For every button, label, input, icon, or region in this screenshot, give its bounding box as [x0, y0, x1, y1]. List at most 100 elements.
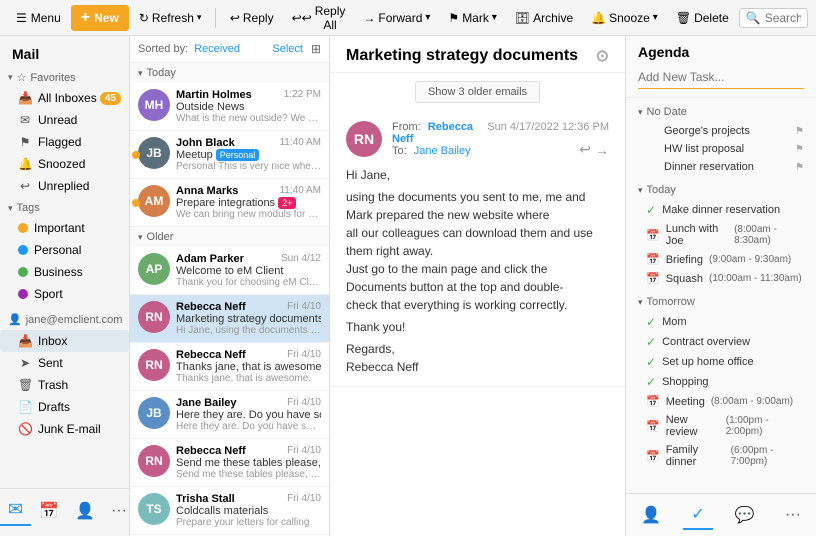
- agenda-item-text: Contract overview: [662, 336, 750, 348]
- mark-button[interactable]: ⚑ Mark ▾: [440, 8, 504, 28]
- email-list-item[interactable]: RN Rebecca Neff Fri 4/10 Thanks jane, th…: [130, 343, 329, 391]
- agenda-item[interactable]: ✓ Set up home office: [626, 352, 816, 372]
- agenda-item[interactable]: ✓ Make dinner reservation: [626, 200, 816, 220]
- agenda-item[interactable]: Dinner reservation ⚑: [626, 158, 816, 176]
- agenda-item[interactable]: George's projects ⚑: [626, 122, 816, 140]
- reply-action-icon[interactable]: ↩: [579, 141, 591, 158]
- sender-name: Martin Holmes: [176, 89, 252, 101]
- sidebar-item-snoozed[interactable]: 🔔 Snoozed: [0, 153, 129, 175]
- sidebar-item-sent[interactable]: ➤ Sent: [0, 352, 129, 374]
- agenda-footer-chat-icon[interactable]: 💬: [727, 501, 763, 529]
- refresh-icon: ↻: [139, 11, 149, 25]
- new-button[interactable]: + New: [71, 5, 129, 31]
- email-list-item[interactable]: JB John Black 11:40 AM Meetup Personal P…: [130, 131, 329, 179]
- email-time: 11:40 AM: [279, 185, 321, 197]
- email-list-item[interactable]: JB Jane Bailey Fri 4/10 Here they are. D…: [130, 391, 329, 439]
- important-label: Important: [34, 221, 121, 235]
- agenda-item[interactable]: HW list proposal ⚑: [626, 140, 816, 158]
- select-button[interactable]: Select: [272, 43, 303, 55]
- agenda-tomorrow-label[interactable]: ▾ Tomorrow: [626, 292, 816, 312]
- agenda-item[interactable]: ✓ Mom: [626, 312, 816, 332]
- sort-field-button[interactable]: Received: [194, 43, 240, 55]
- sender-name: John Black: [176, 137, 235, 149]
- sidebar-item-flagged[interactable]: ⚑ Flagged: [0, 131, 129, 153]
- delete-button[interactable]: 🗑 Delete: [668, 8, 737, 28]
- today-arrow-icon: ▾: [138, 68, 143, 79]
- sidebar-item-sport[interactable]: Sport: [0, 283, 129, 305]
- email-list-item[interactable]: MH Martin Holmes 1:22 PM Outside News Wh…: [130, 83, 329, 131]
- email-list-item[interactable]: AM Anna Marks 11:40 AM Prepare integrati…: [130, 179, 329, 227]
- agenda-no-date-label[interactable]: ▾ No Date: [626, 102, 816, 122]
- favorites-label: ☆: [17, 71, 27, 84]
- sidebar-favorites-group[interactable]: ▾ ☆ Favorites: [0, 68, 129, 87]
- sidebar-footer-calendar-icon[interactable]: 📅: [31, 497, 67, 525]
- email-meta: RN From: Rebecca Neff To: Jane Bailey Su…: [346, 121, 609, 158]
- email-options-icon[interactable]: ⊙: [596, 46, 609, 66]
- sidebar-item-unread[interactable]: ✉ Unread: [0, 109, 129, 131]
- plus-icon: +: [81, 9, 90, 27]
- forward-action-icon[interactable]: →: [595, 142, 609, 158]
- email-list-item[interactable]: RN Rebecca Neff Fri 4/10 Marketing strat…: [130, 295, 329, 343]
- search-box[interactable]: 🔍: [739, 8, 808, 28]
- menu-button[interactable]: ☰ Menu: [8, 8, 69, 28]
- sidebar-item-all-inboxes[interactable]: 📥 All Inboxes 45: [0, 87, 129, 109]
- add-task-input[interactable]: [638, 66, 804, 89]
- reply-all-button[interactable]: ↩↩ Reply All: [284, 1, 354, 35]
- agenda-footer-tasks-icon[interactable]: ✓: [683, 500, 712, 530]
- agenda-item[interactable]: ✓ Contract overview: [626, 332, 816, 352]
- agenda-today-label[interactable]: ▾ Today: [626, 180, 816, 200]
- reply-label: Reply: [243, 11, 274, 25]
- sidebar-item-inbox[interactable]: 📥 Inbox: [0, 330, 129, 352]
- tags-arrow-icon: ▾: [8, 203, 13, 214]
- email-list-item[interactable]: AP Adam Parker Sun 4/12 Welcome to eM Cl…: [130, 247, 329, 295]
- to-name[interactable]: Jane Bailey: [414, 145, 471, 157]
- agenda-item[interactable]: ✓ Shopping: [626, 372, 816, 392]
- sidebar-item-junk[interactable]: 🚫 Junk E-mail: [0, 418, 129, 440]
- sidebar-item-trash[interactable]: 🗑 Trash: [0, 374, 129, 396]
- sidebar-item-drafts[interactable]: 📄 Drafts: [0, 396, 129, 418]
- sidebar-footer-contacts-icon[interactable]: 👤: [67, 497, 103, 525]
- email-content: John Black 11:40 AM Meetup Personal Pers…: [176, 137, 321, 172]
- reply-button[interactable]: ↩ Reply: [222, 8, 282, 28]
- agenda-footer-contacts-icon[interactable]: 👤: [633, 501, 669, 529]
- agenda-item-text: Family dinner: [666, 444, 725, 468]
- agenda-footer-more-icon[interactable]: ···: [777, 502, 809, 528]
- today-group-label[interactable]: ▾ Today: [130, 63, 329, 83]
- email-time: Fri 4/10: [287, 445, 321, 457]
- refresh-button[interactable]: ↻ Refresh ▾: [131, 8, 210, 28]
- email-body-line: all our colleagues can download them and…: [346, 224, 609, 260]
- email-time: Fri 4/10: [287, 493, 321, 505]
- show-older-emails: Show 3 older emails: [338, 81, 617, 103]
- mark-icon: ⚑: [448, 11, 459, 25]
- snooze-button[interactable]: 🔔 Snooze ▾: [583, 8, 666, 28]
- sidebar-item-important[interactable]: Important: [0, 217, 129, 239]
- email-thread: RN From: Rebecca Neff To: Jane Bailey Su…: [330, 111, 625, 387]
- older-group-label[interactable]: ▾ Older: [130, 227, 329, 247]
- sidebar-footer-more-icon[interactable]: ···: [103, 498, 130, 524]
- agenda-item[interactable]: 📅 Family dinner (6:00pm - 7:00pm): [626, 441, 816, 471]
- agenda-item[interactable]: 📅 Squash (10:00am - 11:30am): [626, 269, 816, 288]
- email-avatar: JB: [138, 137, 170, 169]
- email-list-item[interactable]: RN Rebecca Neff Fri 4/10 Send me these t…: [130, 439, 329, 487]
- today-agenda-arrow-icon: ▾: [638, 185, 643, 196]
- junk-icon: 🚫: [18, 422, 32, 436]
- agenda-item-text: Dinner reservation: [664, 161, 754, 173]
- archive-button[interactable]: 🗄 Archive: [507, 8, 581, 28]
- sidebar-footer-mail-icon[interactable]: ✉: [0, 495, 31, 526]
- sidebar-tags-group[interactable]: ▾ Tags: [0, 199, 129, 217]
- filter-icon[interactable]: ⊞: [311, 42, 321, 56]
- agenda-item[interactable]: 📅 Briefing (9:00am - 9:30am): [626, 250, 816, 269]
- forward-button[interactable]: → Forward ▾: [355, 8, 438, 28]
- sidebar-item-business[interactable]: Business: [0, 261, 129, 283]
- agenda-item[interactable]: 📅 Lunch with Joe (8:00am - 8:30am): [626, 220, 816, 250]
- agenda-item[interactable]: 📅 New review (1:00pm - 2:00pm): [626, 411, 816, 441]
- email-time: Fri 4/10: [287, 301, 321, 313]
- search-input[interactable]: [765, 11, 801, 25]
- menu-label: Menu: [31, 11, 61, 25]
- inbox-icon: 📥: [18, 91, 32, 105]
- show-older-btn[interactable]: Show 3 older emails: [415, 81, 540, 103]
- sidebar-item-unreplied[interactable]: ↩ Unreplied: [0, 175, 129, 197]
- email-list-item[interactable]: TS Trisha Stall Fri 4/10 Coldcalls mater…: [130, 487, 329, 535]
- sidebar-item-personal[interactable]: Personal: [0, 239, 129, 261]
- agenda-item[interactable]: 📅 Meeting (8:00am - 9:00am): [626, 392, 816, 411]
